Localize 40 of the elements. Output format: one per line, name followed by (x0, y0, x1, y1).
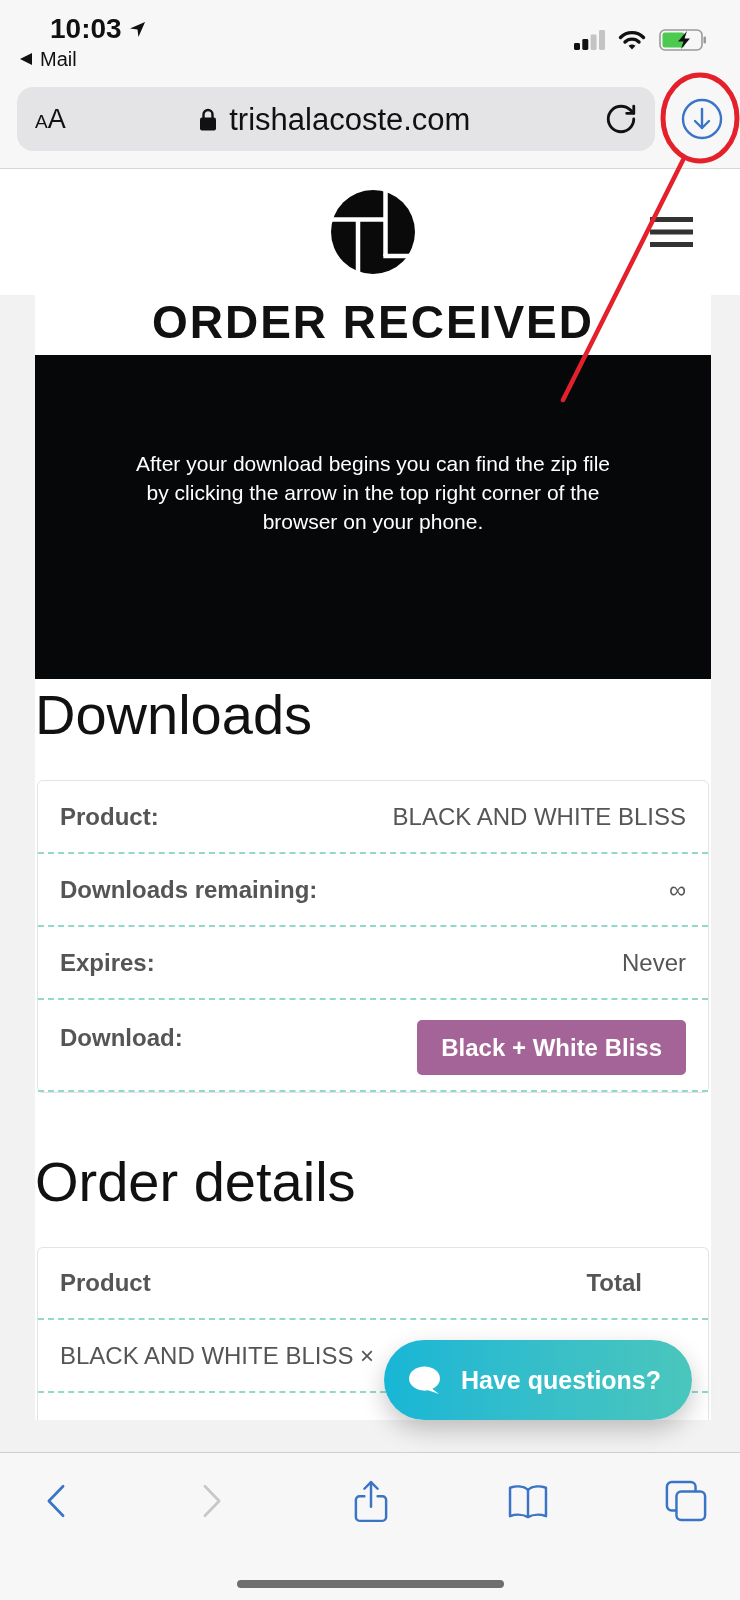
menu-icon (650, 217, 693, 247)
logo[interactable] (331, 190, 415, 274)
row-label: Expires: (60, 947, 155, 978)
row-value: BLACK AND WHITE BLISS (392, 801, 686, 832)
battery-charging-icon (659, 29, 707, 51)
lock-icon (199, 107, 218, 131)
row-label: Product: (60, 801, 159, 832)
row-value: ∞ (668, 874, 686, 905)
section-heading: Order details (35, 1154, 357, 1210)
row-value: Never (621, 947, 686, 978)
page-heading: ORDER RECEIVED (151, 299, 595, 345)
download-button[interactable]: Black + White Bliss (417, 1020, 686, 1075)
chevron-right-icon (203, 1484, 223, 1518)
url-text: trishalacoste.com (229, 103, 471, 135)
text-size-button[interactable]: AA (35, 105, 66, 133)
share-icon (353, 1479, 388, 1523)
location-arrow-icon (128, 20, 146, 38)
back-to-app-link[interactable]: Mail (20, 49, 77, 69)
chevron-left-icon (45, 1484, 65, 1518)
open-book-icon (508, 1483, 549, 1519)
tabs-icon (665, 1480, 707, 1522)
address-bar[interactable]: AA trishalacoste.com (17, 87, 655, 151)
column-header: Total (586, 1268, 642, 1298)
reload-icon (604, 102, 638, 136)
downloads-button[interactable] (681, 98, 723, 140)
column-header: Product (60, 1268, 151, 1298)
section-heading: Downloads (35, 687, 314, 743)
chat-bubble-icon (408, 1365, 441, 1395)
wifi-icon (618, 30, 646, 50)
notice-text: After your download begins you can find the zip file by clicking the arrow in the top right corner of the browser on your phone. (135, 451, 611, 535)
signal-bars-icon (574, 30, 605, 50)
menu-button[interactable] (650, 217, 693, 247)
tabs-button[interactable] (664, 1479, 708, 1523)
clock-time: 10:03 (50, 15, 122, 43)
download-icon (681, 98, 723, 140)
reload-button[interactable] (604, 102, 638, 136)
row-label: Downloads remaining: (60, 874, 318, 905)
triangle-icon (20, 53, 32, 65)
table-cell-text: BLACK AND WHITE BLISS × (60, 1340, 375, 1371)
row-label: Download: (60, 1023, 183, 1053)
